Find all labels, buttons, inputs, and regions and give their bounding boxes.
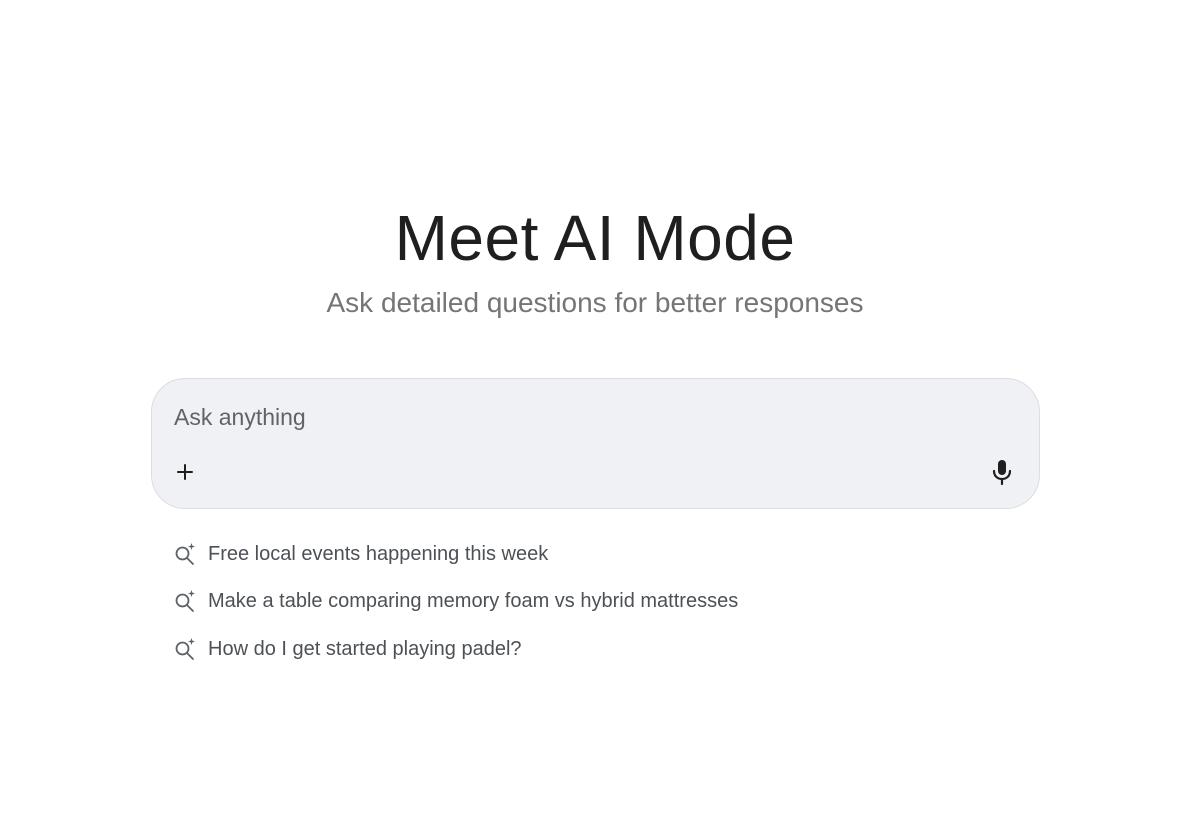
suggestion-list: Free local events happening this week Ma… <box>172 530 872 673</box>
suggestion-label: Free local events happening this week <box>208 542 549 565</box>
search-sparkle-icon <box>172 636 198 662</box>
page-subtitle: Ask detailed questions for better respon… <box>326 287 864 318</box>
add-button[interactable] <box>170 457 200 487</box>
search-sparkle-icon <box>172 588 198 614</box>
suggestion-item[interactable]: How do I get started playing padel? <box>172 625 872 673</box>
voice-search-button[interactable] <box>987 457 1017 487</box>
search-sparkle-icon <box>172 541 198 567</box>
suggestion-item[interactable]: Free local events happening this week <box>172 530 872 578</box>
plus-icon <box>177 464 193 480</box>
microphone-icon <box>992 460 1012 485</box>
suggestion-label: Make a table comparing memory foam vs hy… <box>208 590 739 613</box>
suggestion-item[interactable]: Make a table comparing memory foam vs hy… <box>172 578 872 626</box>
suggestion-label: How do I get started playing padel? <box>208 637 522 660</box>
search-input[interactable] <box>174 399 954 435</box>
search-box[interactable] <box>151 378 1040 509</box>
page-title: Meet AI Mode <box>394 202 796 274</box>
